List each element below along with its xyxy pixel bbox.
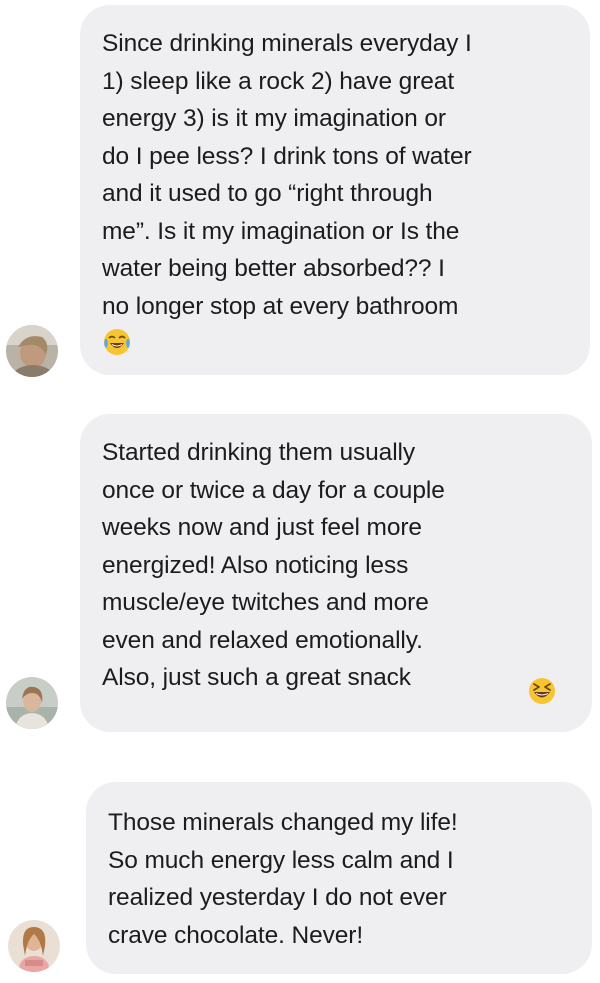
messages-thread: { "messages": [ { "text": "Since drinkin… bbox=[0, 0, 600, 983]
message-bubble[interactable]: Those minerals changed my life! So much … bbox=[86, 782, 592, 974]
avatar[interactable] bbox=[6, 677, 58, 729]
message-text: Started drinking them usually once or tw… bbox=[102, 439, 445, 691]
message-text: Since drinking minerals everyday I 1) sl… bbox=[102, 30, 472, 320]
user-photo-icon bbox=[8, 920, 60, 972]
laughing-squinting-face-emoji bbox=[527, 676, 557, 706]
message-text: Those minerals changed my life! So much … bbox=[108, 809, 458, 949]
user-photo-icon bbox=[6, 325, 58, 377]
user-photo-icon bbox=[6, 677, 58, 729]
avatar[interactable] bbox=[6, 325, 58, 377]
avatar[interactable] bbox=[8, 920, 60, 972]
face-with-tears-of-joy-emoji bbox=[102, 327, 132, 357]
message-bubble[interactable]: Since drinking minerals everyday I 1) sl… bbox=[80, 5, 590, 375]
message-bubble[interactable]: Started drinking them usually once or tw… bbox=[80, 414, 592, 732]
